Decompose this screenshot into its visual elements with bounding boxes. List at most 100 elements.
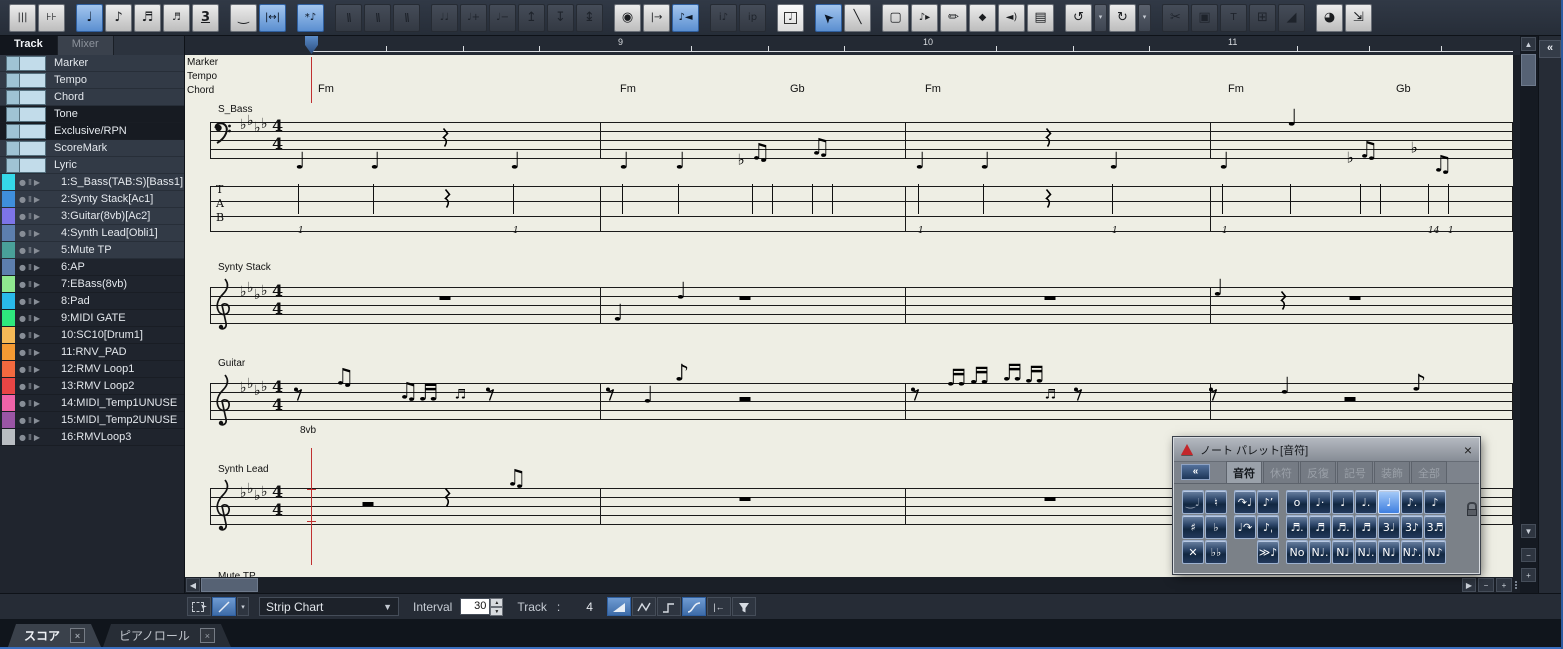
track-row-7-ebass-8vb-[interactable]: ●Ⅱ▶7:EBass(8vb) [0, 276, 184, 293]
eighth-note-glyph[interactable]: ♪ [675, 363, 690, 386]
play-icon[interactable]: ▶ [34, 178, 40, 187]
record-icon[interactable]: ● [19, 331, 26, 340]
resize-grip-icon[interactable] [1514, 580, 1518, 590]
play-icon[interactable]: ▶ [34, 365, 40, 374]
play-icon[interactable]: ▶ [34, 246, 40, 255]
undo-dropdown[interactable]: ▾ [1094, 4, 1107, 32]
track-row-3-guitar-8vb-ac2-[interactable]: ●Ⅱ▶3:Guitar(8vb)[Ac2] [0, 208, 184, 225]
record-icon[interactable]: ● [19, 195, 26, 204]
track-row-15-midi-temp2unuse[interactable]: ●Ⅱ▶15:MIDI_Temp2UNUSE [0, 412, 184, 429]
palette-double-flat-button[interactable]: ♭♭ [1205, 540, 1227, 564]
state-bars-icon[interactable]: Ⅱ [28, 246, 32, 255]
strip-line-tool-button[interactable] [212, 597, 236, 616]
track-row-1-s-bass-tab-s-bass1-[interactable]: ●Ⅱ▶1:S_Bass(TAB:S)[Bass1] [0, 174, 184, 191]
merge-notes-button[interactable]: ♩♩ [431, 4, 458, 32]
meta-row-tempo[interactable]: Tempo [0, 72, 184, 89]
interval-down-button[interactable]: ▼ [490, 607, 503, 616]
record-icon[interactable]: ● [19, 399, 26, 408]
tab-close-button[interactable]: × [200, 628, 215, 643]
stem-auto-button[interactable]: ↨ [576, 4, 603, 32]
palette-n-tuplet-half-button[interactable]: N♩ [1332, 540, 1354, 564]
record-icon[interactable]: ● [19, 348, 26, 357]
palette-n-tuplet-dotted-half-button[interactable]: N♩. [1309, 540, 1331, 564]
palette-tab--[interactable]: 休符 [1263, 461, 1299, 483]
state-bars-icon[interactable]: Ⅱ [28, 399, 32, 408]
record-icon[interactable]: ● [19, 280, 26, 289]
play-icon[interactable]: ▶ [34, 195, 40, 204]
palette-sixteenth-note-button[interactable]: ♬ [1309, 515, 1331, 539]
audition-note-button[interactable]: ♪◄ [672, 4, 699, 32]
velocity-info-button[interactable]: ip [739, 4, 766, 32]
quarter-note-glyph[interactable]: ♩ [295, 151, 306, 174]
palette-eighth-triplet-button[interactable]: 3♪ [1401, 515, 1423, 539]
track-row-16-rmvloop3[interactable]: ●Ⅱ▶16:RMVLoop3 [0, 429, 184, 446]
step-record-button[interactable]: ⊦⊦ [38, 4, 65, 32]
state-bars-icon[interactable]: Ⅱ [28, 314, 32, 323]
zoom-window-button[interactable]: ⇲ [1345, 4, 1372, 32]
palette-half-note-button[interactable]: ♩ [1332, 490, 1354, 514]
sixteenth-notes-glyph[interactable]: ♬ [1002, 363, 1023, 386]
tab-stem[interactable] [1112, 184, 1113, 214]
view-tab-1[interactable]: ピアノロール× [103, 624, 231, 647]
vzoom-out-button[interactable]: − [1521, 548, 1536, 562]
vertical-scrollbar[interactable]: ▲ ▼ − + [1520, 36, 1538, 593]
beamed-notes-glyph[interactable]: ♫ [334, 367, 355, 390]
eighth-note-glyph[interactable]: ♪ [1412, 373, 1427, 396]
state-bars-icon[interactable]: Ⅱ [28, 229, 32, 238]
play-icon[interactable]: ▶ [34, 314, 40, 323]
playhead-line[interactable] [311, 448, 312, 565]
record-icon[interactable]: ● [19, 212, 26, 221]
whole-rest-glyph[interactable] [1350, 296, 1361, 300]
chord-symbol[interactable]: Gb [1396, 83, 1411, 95]
palette-n-tuplet-quarter-button[interactable]: N♩ [1378, 540, 1400, 564]
record-icon[interactable]: ● [19, 297, 26, 306]
hscroll-thumb[interactable] [201, 578, 258, 592]
tab-stem[interactable] [832, 184, 833, 214]
locate-pin-button[interactable]: ◉ [614, 4, 641, 32]
beamed-notes-glyph[interactable]: ♫ [810, 137, 831, 160]
undo-button[interactable]: ↺ [1065, 4, 1092, 32]
quarter-note-glyph[interactable]: ♩ [675, 151, 686, 174]
whole-rest-glyph[interactable] [740, 296, 751, 300]
sixteenth-notes-glyph[interactable]: ♬ [418, 383, 439, 406]
beamed-notes-glyph[interactable]: ♫ [398, 381, 419, 404]
beamed-notes-glyph[interactable]: ♫ [506, 468, 527, 491]
track-row-8-pad[interactable]: ●Ⅱ▶8:Pad [0, 293, 184, 310]
track-row-6-ap[interactable]: ●Ⅱ▶6:AP [0, 259, 184, 276]
whole-rest-glyph[interactable] [1045, 497, 1056, 501]
meta-row-exclusive-rpn[interactable]: Exclusive/RPN [0, 123, 184, 140]
tab-stem[interactable] [1380, 184, 1381, 214]
tab-stem[interactable] [1428, 184, 1429, 214]
tab-stem[interactable] [983, 184, 984, 214]
quarter-note-glyph[interactable]: ♩ [1219, 151, 1230, 174]
state-bars-icon[interactable]: Ⅱ [28, 348, 32, 357]
tremolo-3-button[interactable]: \\ [393, 4, 420, 32]
tab-stem[interactable] [678, 184, 679, 214]
play-icon[interactable]: ▶ [34, 382, 40, 391]
stem-down-button[interactable]: ↧ [547, 4, 574, 32]
quarter-rest-glyph[interactable] [441, 128, 450, 153]
insert-window-button[interactable]: ⊞ [1249, 4, 1276, 32]
quarter-note-glyph[interactable]: ♩ [980, 151, 991, 174]
palette-grace-note-strong-button[interactable]: ♪ˌ [1257, 515, 1279, 539]
paste-button[interactable]: T [1220, 4, 1247, 32]
state-bars-icon[interactable]: Ⅱ [28, 212, 32, 221]
quarter-note-glyph[interactable]: ♩ [676, 281, 687, 304]
play-icon[interactable]: ▶ [34, 433, 40, 442]
half-rest-glyph[interactable] [740, 397, 751, 401]
palette-n-tuplet-eighth-button[interactable]: N♪ [1424, 540, 1446, 564]
state-bars-icon[interactable]: Ⅱ [28, 297, 32, 306]
chord-symbol[interactable]: Fm [620, 83, 636, 95]
play-audition-button[interactable]: ◕ [1316, 4, 1343, 32]
chord-symbol[interactable]: Fm [1228, 83, 1244, 95]
scroll-left-button[interactable]: ◀ [186, 578, 200, 592]
tab-fret-number[interactable]: 1 [918, 226, 924, 236]
beamed-notes-glyph[interactable]: ♫ [1432, 154, 1453, 177]
tab-stem[interactable] [752, 184, 753, 214]
play-icon[interactable]: ▶ [34, 297, 40, 306]
palette-n-tuplet-dotted-quarter-button[interactable]: N♩. [1355, 540, 1377, 564]
state-bars-icon[interactable]: Ⅱ [28, 331, 32, 340]
tab-stem[interactable] [298, 184, 299, 214]
palette-tab--[interactable]: 反復 [1300, 461, 1336, 483]
state-bars-icon[interactable]: Ⅱ [28, 416, 32, 425]
